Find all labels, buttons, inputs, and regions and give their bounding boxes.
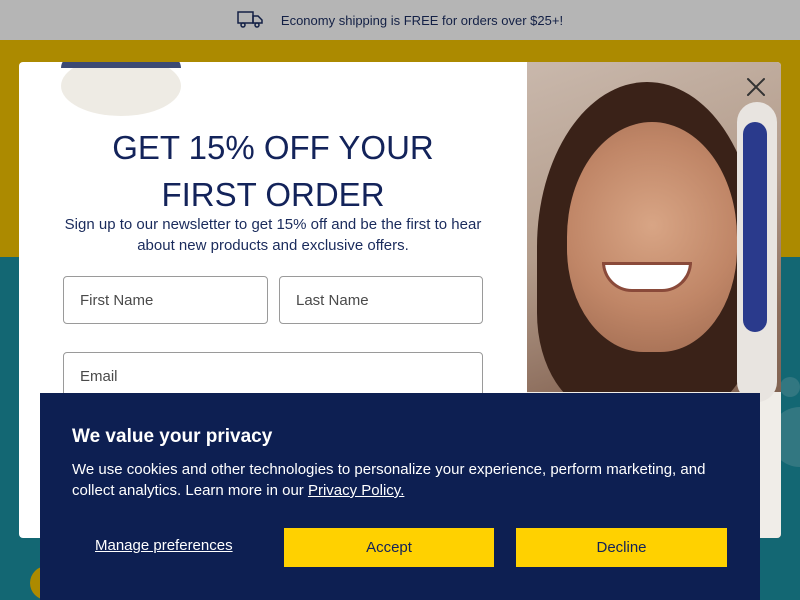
popup-headline: GET 15% OFF YOUR FIRST ORDER <box>19 124 527 218</box>
last-name-field[interactable] <box>279 276 483 324</box>
first-name-input[interactable] <box>80 291 267 309</box>
popup-subtext: Sign up to our newsletter to get 15% off… <box>64 216 482 254</box>
close-button[interactable] <box>745 76 767 98</box>
headline-line-1: GET 15% OFF YOUR <box>112 129 434 166</box>
privacy-policy-link[interactable]: Privacy Policy. <box>308 482 404 499</box>
last-name-input[interactable] <box>296 291 482 309</box>
brand-logo <box>61 62 181 116</box>
first-name-field[interactable] <box>63 276 268 324</box>
accept-button[interactable]: Accept <box>284 528 494 567</box>
decline-button[interactable]: Decline <box>516 528 727 567</box>
manage-preferences-link[interactable]: Manage preferences <box>95 537 233 554</box>
close-icon <box>747 78 765 96</box>
cookie-text: We use cookies and other technologies to… <box>72 459 732 501</box>
headline-line-2: FIRST ORDER <box>161 176 385 213</box>
cookie-title: We value your privacy <box>72 426 273 447</box>
cookie-banner: We value your privacy We use cookies and… <box>40 393 760 600</box>
email-input[interactable] <box>80 367 482 385</box>
